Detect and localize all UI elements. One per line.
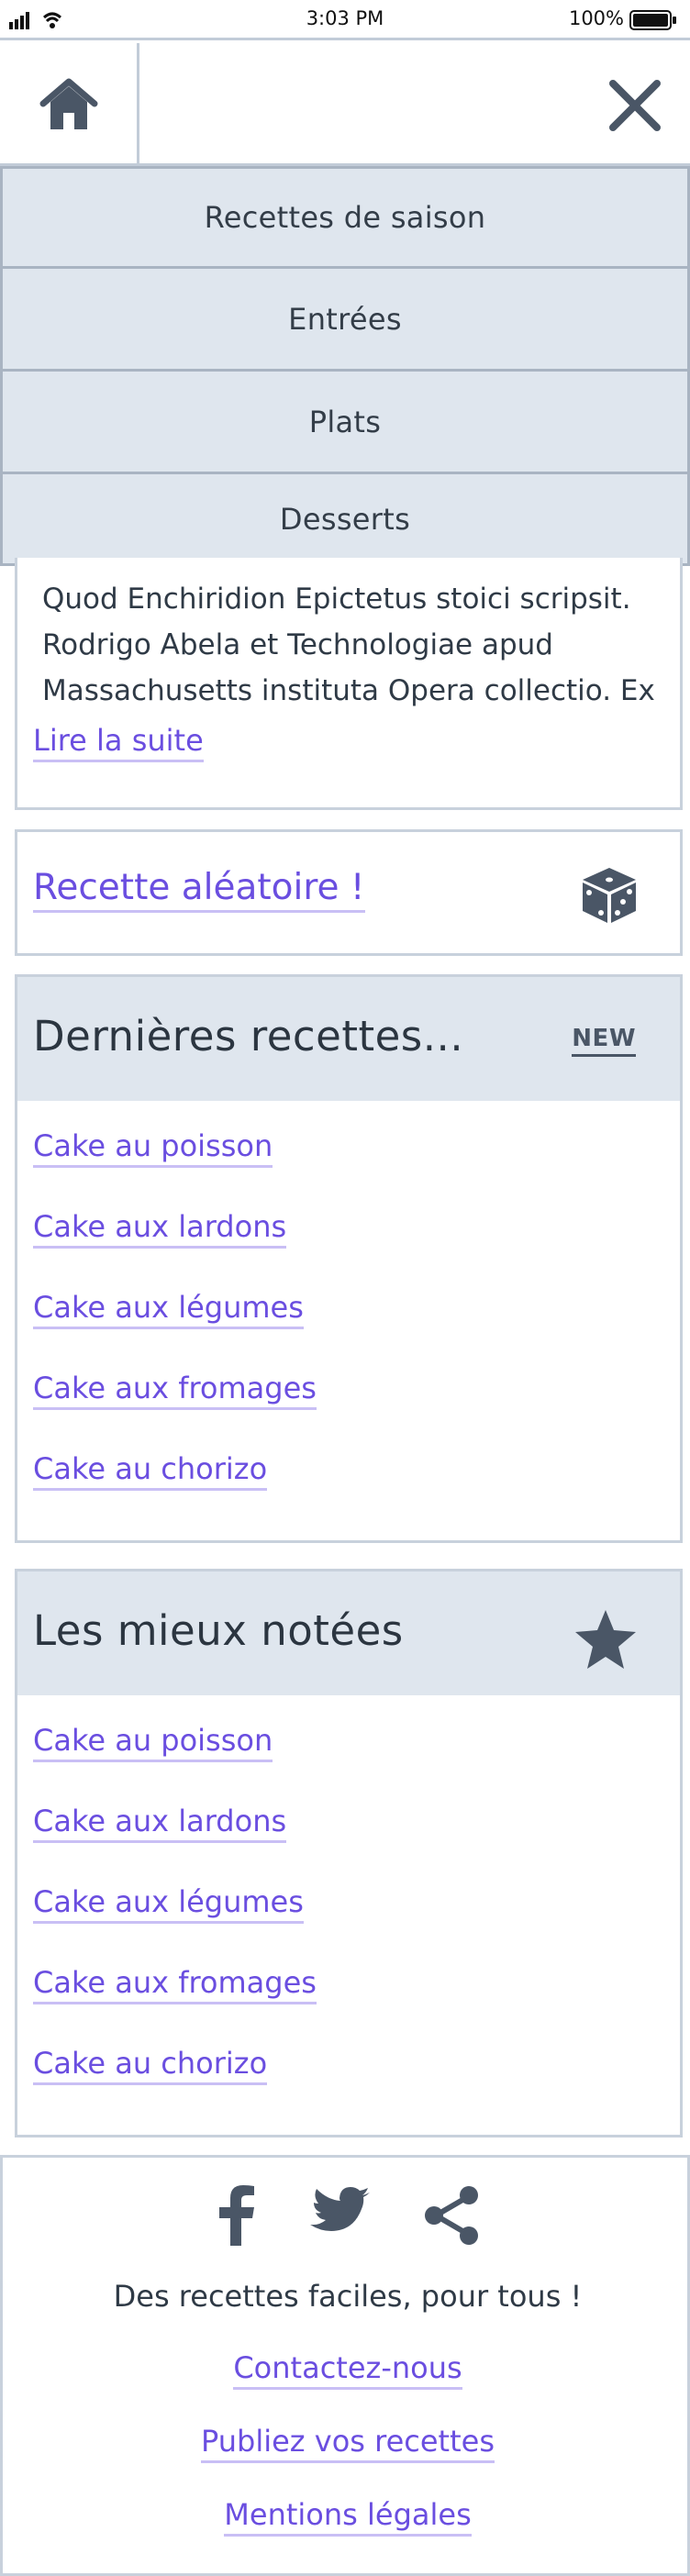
list-item: Cake au chorizo bbox=[33, 1451, 680, 1532]
star-icon bbox=[575, 1610, 636, 1669]
recipe-link[interactable]: Cake aux légumes bbox=[33, 1884, 304, 1924]
recipe-link[interactable]: Cake au poisson bbox=[33, 1723, 273, 1762]
recipe-link[interactable]: Cake aux lardons bbox=[33, 1209, 287, 1249]
list-item: Cake au chorizo bbox=[33, 2046, 680, 2126]
recipe-link[interactable]: Cake aux lardons bbox=[33, 1804, 287, 1843]
recipe-link[interactable]: Cake au poisson bbox=[33, 1128, 273, 1168]
twitter-icon[interactable] bbox=[309, 2185, 372, 2240]
footer-link-item: Mentions légales bbox=[3, 2497, 690, 2570]
footer-links: Contactez-nous Publiez vos recettes Ment… bbox=[3, 2350, 690, 2570]
menu-item-plats[interactable]: Plats bbox=[0, 372, 690, 474]
read-more-link[interactable]: Lire la suite bbox=[33, 723, 204, 762]
recipe-link[interactable]: Cake au chorizo bbox=[33, 2046, 268, 2085]
latest-recipes-header: Dernières recettes... NEW bbox=[17, 977, 680, 1101]
footer-link-item: Publiez vos recettes bbox=[3, 2424, 690, 2497]
nav-menu: Recettes de saison Entrées Plats Dessert… bbox=[0, 166, 690, 566]
battery-icon bbox=[629, 10, 676, 30]
footer-tagline: Des recettes faciles, pour tous ! bbox=[113, 2279, 583, 2314]
recipe-link[interactable]: Cake aux légumes bbox=[33, 1290, 304, 1329]
close-button[interactable] bbox=[600, 71, 670, 140]
menu-item-desserts[interactable]: Desserts bbox=[0, 474, 690, 566]
list-item: Cake aux fromages bbox=[33, 1371, 680, 1451]
best-rated-header: Les mieux notées bbox=[17, 1571, 680, 1695]
menu-item-recettes-de-saison[interactable]: Recettes de saison bbox=[0, 166, 690, 269]
recipe-link[interactable]: Cake aux fromages bbox=[33, 1965, 317, 2004]
home-icon bbox=[39, 78, 97, 129]
excerpt-text: Quod Enchiridion Epictetus stoici scrips… bbox=[42, 583, 655, 707]
best-rated-title: Les mieux notées bbox=[33, 1606, 404, 1655]
dice-icon bbox=[583, 868, 636, 923]
list-item: Cake aux légumes bbox=[33, 1884, 680, 1965]
menu-item-entrees[interactable]: Entrées bbox=[0, 269, 690, 372]
top-bar bbox=[0, 43, 690, 166]
close-icon bbox=[609, 80, 661, 131]
battery-percent: 100% bbox=[568, 7, 624, 29]
list-item: Cake au poisson bbox=[33, 1128, 680, 1209]
list-item: Cake aux fromages bbox=[33, 1965, 680, 2046]
random-recipe-link[interactable]: Recette aléatoire ! bbox=[33, 867, 365, 913]
list-item: Cake au poisson bbox=[33, 1723, 680, 1804]
list-item: Cake aux légumes bbox=[33, 1290, 680, 1371]
publish-recipes-link[interactable]: Publiez vos recettes bbox=[201, 2424, 495, 2463]
latest-recipes-title: Dernières recettes... bbox=[33, 1012, 464, 1060]
contact-link[interactable]: Contactez-nous bbox=[233, 2350, 462, 2390]
facebook-icon[interactable] bbox=[214, 2185, 258, 2246]
footer-link-item: Contactez-nous bbox=[3, 2350, 690, 2424]
recipe-link[interactable]: Cake aux fromages bbox=[33, 1371, 317, 1410]
social-links bbox=[3, 2185, 690, 2246]
best-rated-card: Les mieux notées Cake au poisson Cake au… bbox=[15, 1569, 683, 2137]
footer: Des recettes faciles, pour tous ! Contac… bbox=[0, 2155, 690, 2576]
best-rated-list: Cake au poisson Cake aux lardons Cake au… bbox=[17, 1695, 680, 2126]
status-bar: 3:03 PM 100% bbox=[0, 0, 690, 40]
new-badge: NEW bbox=[572, 1025, 636, 1057]
latest-recipes-list: Cake au poisson Cake aux lardons Cake au… bbox=[17, 1101, 680, 1532]
list-item: Cake aux lardons bbox=[33, 1804, 680, 1884]
random-recipe-card[interactable]: Recette aléatoire ! bbox=[15, 829, 683, 956]
home-button[interactable] bbox=[0, 43, 139, 166]
article-excerpt-card: Quod Enchiridion Epictetus stoici scrips… bbox=[15, 558, 683, 810]
list-item: Cake aux lardons bbox=[33, 1209, 680, 1290]
share-icon[interactable] bbox=[423, 2185, 482, 2246]
recipe-link[interactable]: Cake au chorizo bbox=[33, 1451, 268, 1491]
legal-notice-link[interactable]: Mentions légales bbox=[224, 2497, 472, 2537]
latest-recipes-card: Dernières recettes... NEW Cake au poisso… bbox=[15, 974, 683, 1543]
